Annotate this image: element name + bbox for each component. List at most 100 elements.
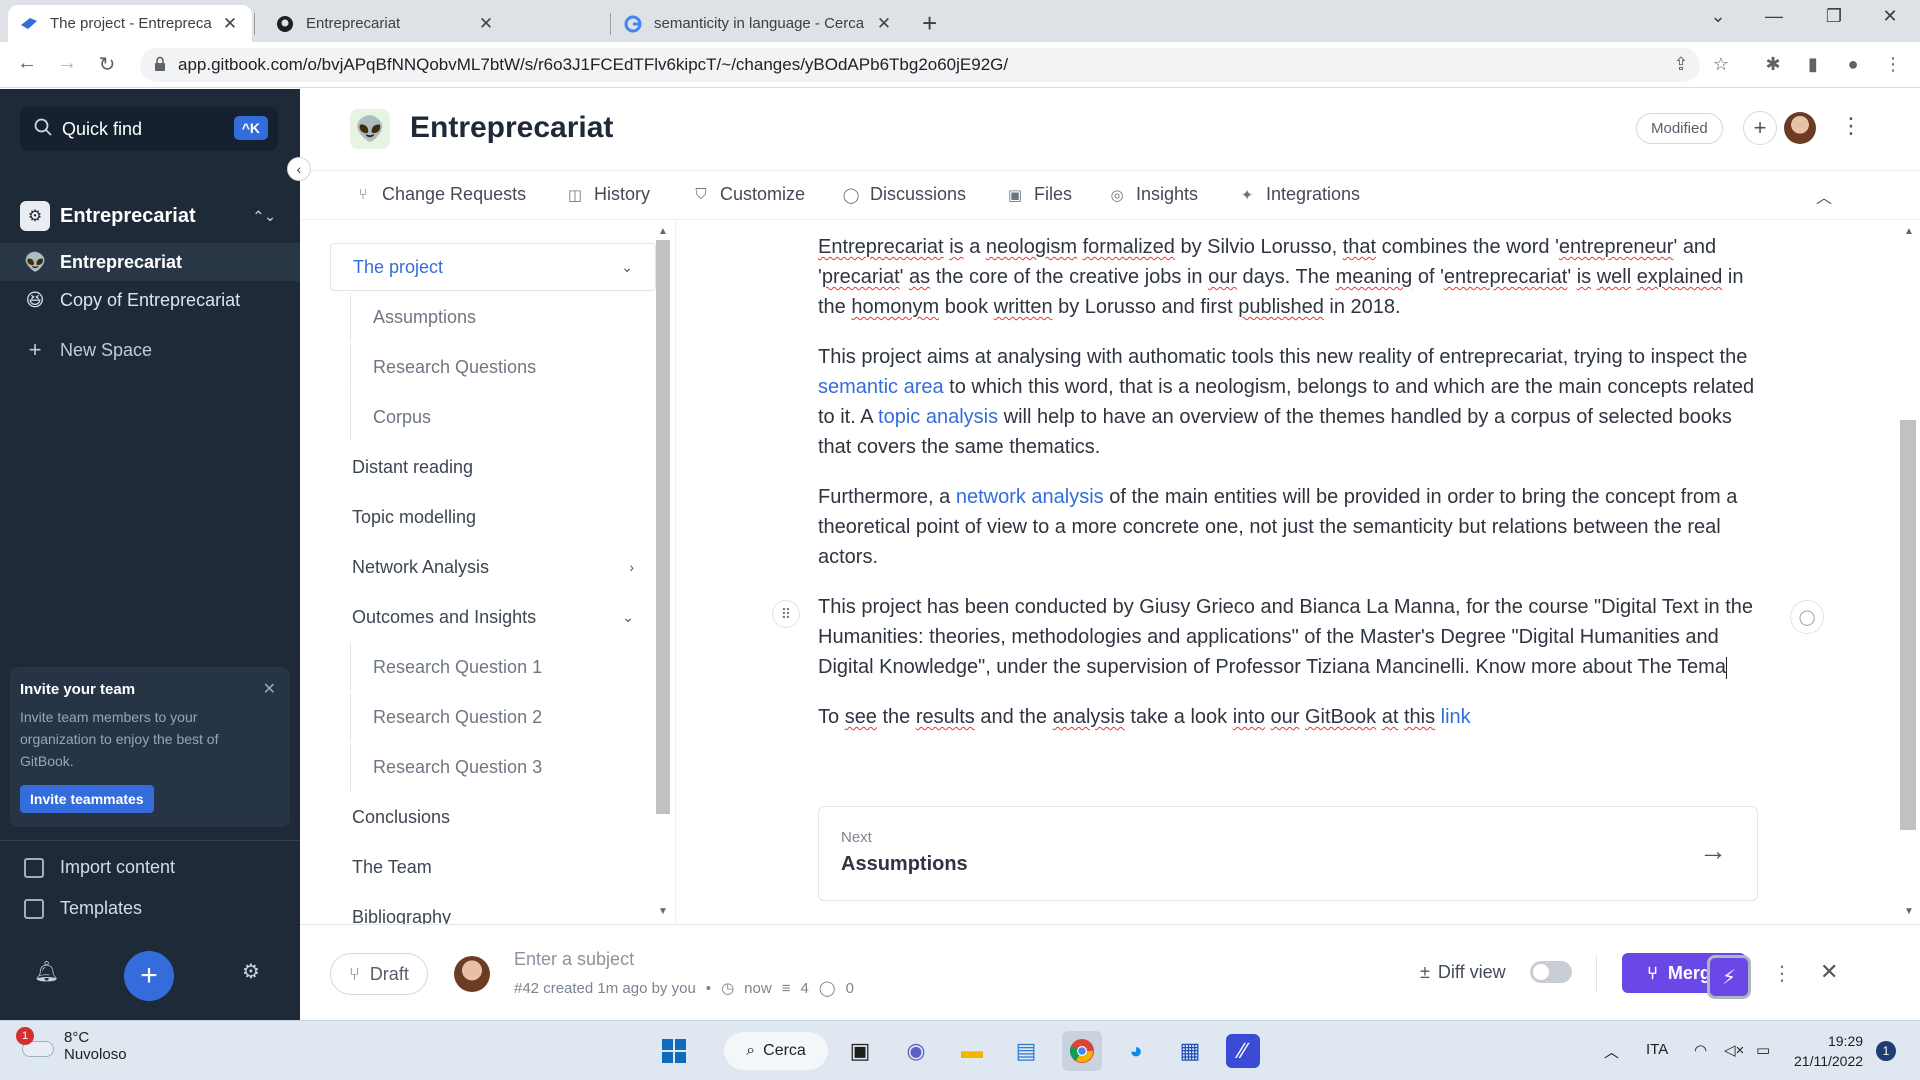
profile-icon[interactable]: ● — [1840, 54, 1866, 75]
scroll-down-arrow-icon[interactable]: ▼ — [1904, 906, 1914, 917]
toc-item-rq2[interactable]: Research Question 2 — [350, 693, 656, 741]
templates-link[interactable]: Templates — [24, 898, 142, 919]
toc-item-distant-reading[interactable]: Distant reading — [330, 443, 656, 491]
teams-chat-icon[interactable]: ◉ — [896, 1031, 936, 1071]
subject-input[interactable]: Enter a subject — [514, 949, 634, 970]
toc-item-the-project[interactable]: The project ⌄ — [330, 243, 656, 291]
tab-change-requests[interactable]: ⑂ Change Requests — [354, 184, 526, 205]
extensions-icon[interactable]: ✱ — [1760, 54, 1786, 75]
chrome-icon[interactable] — [1062, 1031, 1102, 1071]
weather-widget[interactable]: 1 8°C Nuvoloso — [16, 1027, 127, 1063]
drag-handle-icon[interactable]: ⠿ — [772, 600, 800, 628]
close-icon[interactable]: ✕ — [263, 679, 276, 699]
minimize-icon[interactable]: — — [1752, 6, 1796, 27]
close-tab-icon[interactable]: ✕ — [476, 14, 496, 34]
tab-insights[interactable]: ◎ Insights — [1108, 184, 1198, 205]
address-bar[interactable]: app.gitbook.com/o/bvjAPqBfNNQobvML7btW/s… — [140, 48, 1700, 82]
gear-icon[interactable]: ⚙ — [242, 959, 260, 984]
toc-item-outcomes[interactable]: Outcomes and Insights ⌄ — [330, 593, 656, 641]
chevron-down-icon[interactable]: ⌄ — [622, 609, 634, 626]
tab-search-icon[interactable]: ⌄ — [1696, 6, 1740, 27]
side-panel-icon[interactable]: ▮ — [1800, 54, 1826, 75]
bookmark-star-icon[interactable]: ☆ — [1708, 54, 1734, 75]
taskbar-search[interactable]: ⌕ Cerca — [724, 1032, 828, 1070]
toc-item-rq3[interactable]: Research Question 3 — [350, 743, 656, 791]
visual-studio-icon[interactable]: ∕∕ — [1226, 1034, 1260, 1068]
comment-icon[interactable]: ◯ — [1790, 600, 1824, 634]
organization-switcher[interactable]: ⚙ Entreprecariat ⌃⌄ — [20, 199, 280, 233]
toc-item-topic-modelling[interactable]: Topic modelling — [330, 493, 656, 541]
tab-discussions[interactable]: ◯ Discussions — [842, 184, 966, 205]
import-content-link[interactable]: Import content — [24, 857, 175, 878]
scroll-up-arrow-icon[interactable]: ▲ — [1904, 226, 1914, 237]
chrome-menu-icon[interactable]: ⋮ — [1880, 54, 1906, 75]
maximize-icon[interactable]: ❐ — [1812, 6, 1856, 27]
toc-item-bibliography[interactable]: Bibliography — [330, 893, 656, 925]
topic-analysis-link[interactable]: topic analysis — [878, 406, 998, 428]
tab-files[interactable]: ▣ Files — [1006, 184, 1072, 205]
toc-scrollbar[interactable] — [656, 240, 670, 814]
toc-item-assumptions[interactable]: Assumptions — [350, 293, 656, 341]
toc-item-network-analysis[interactable]: Network Analysis › — [330, 543, 656, 591]
content-scrollbar[interactable] — [1900, 420, 1916, 830]
toc-item-rq1[interactable]: Research Question 1 — [350, 643, 656, 691]
chevron-up-icon[interactable]: ︿ — [1604, 1041, 1619, 1062]
toc-item-corpus[interactable]: Corpus — [350, 393, 656, 441]
chevron-right-icon[interactable]: › — [629, 559, 634, 575]
semantic-area-link[interactable]: semantic area — [818, 376, 944, 398]
diff-view-toggle[interactable]: ± Diff view — [1420, 961, 1572, 983]
tab-integrations[interactable]: ✦ Integrations — [1238, 184, 1360, 205]
space-item-entreprecariat[interactable]: 👽 Entreprecariat — [0, 243, 300, 281]
page-content[interactable]: Entreprecariat is a neologism formalized… — [818, 232, 1758, 752]
paragraph-2[interactable]: This project aims at analysing with auth… — [818, 342, 1758, 462]
scroll-down-arrow-icon[interactable]: ▼ — [658, 906, 668, 917]
collapse-sidebar-icon[interactable]: ‹ — [287, 157, 311, 181]
avatar[interactable] — [1784, 112, 1816, 144]
wifi-icon[interactable]: ◠ — [1694, 1041, 1707, 1059]
add-collaborator-button[interactable]: + — [1743, 111, 1777, 145]
store-icon[interactable]: ▦ — [1170, 1031, 1210, 1071]
scroll-up-arrow-icon[interactable]: ▲ — [658, 226, 668, 237]
close-icon[interactable]: ✕ — [1820, 959, 1838, 985]
draft-button[interactable]: ⑂ Draft — [330, 953, 428, 995]
next-page-card[interactable]: Next Assumptions → — [818, 806, 1758, 901]
toc-item-conclusions[interactable]: Conclusions — [330, 793, 656, 841]
browser-tab-3[interactable]: semanticity in language - Cerca c ✕ — [612, 5, 906, 42]
notepad-icon[interactable]: ▤ — [1006, 1031, 1046, 1071]
paragraph-1[interactable]: Entreprecariat is a neologism formalized… — [818, 232, 1758, 322]
toggle-switch[interactable] — [1529, 961, 1572, 983]
chevron-up-icon[interactable]: ︿ — [1816, 184, 1832, 208]
network-analysis-link[interactable]: network analysis — [956, 486, 1104, 508]
clock[interactable]: 19:29 21/11/2022 — [1794, 1031, 1863, 1071]
tab-history[interactable]: ◫ History — [566, 184, 650, 205]
tab-customize[interactable]: ⛉ Customize — [692, 184, 805, 205]
forward-icon[interactable]: → — [54, 52, 80, 75]
create-button[interactable]: + — [124, 951, 174, 1001]
toc-item-the-team[interactable]: The Team — [330, 843, 656, 891]
back-icon[interactable]: ← — [14, 52, 40, 75]
new-tab-icon[interactable]: + — [922, 8, 937, 39]
language-indicator[interactable]: ITA — [1646, 1041, 1668, 1058]
windows-start-icon[interactable] — [654, 1031, 694, 1071]
gitbook-link[interactable]: link — [1441, 706, 1471, 728]
share-icon[interactable]: ⇪ — [1668, 54, 1694, 75]
lightning-icon[interactable]: ⚡︎ — [1707, 955, 1751, 999]
volume-muted-icon[interactable]: ◁× — [1724, 1041, 1744, 1059]
invite-teammates-button[interactable]: Invite teammates — [20, 785, 154, 813]
more-options-icon[interactable]: ⋮ — [1840, 113, 1862, 139]
close-window-icon[interactable]: ✕ — [1868, 6, 1912, 27]
browser-tab-2[interactable]: Entreprecariat ✕ — [264, 5, 508, 42]
task-view-icon[interactable]: ▣ — [840, 1031, 880, 1071]
space-item-copy[interactable]: 😆 Copy of Entreprecariat — [0, 281, 300, 319]
bell-icon[interactable]: 🔔︎ — [34, 959, 59, 984]
edge-icon[interactable]: ◕ — [1116, 1031, 1156, 1071]
paragraph-3[interactable]: Furthermore, a network analysis of the m… — [818, 482, 1758, 572]
new-space-button[interactable]: + New Space — [0, 331, 300, 369]
file-explorer-icon[interactable]: ▬ — [952, 1031, 992, 1071]
chevron-down-icon[interactable]: ⌄ — [621, 259, 633, 276]
toc-item-research-questions[interactable]: Research Questions — [350, 343, 656, 391]
close-tab-icon[interactable]: ✕ — [220, 14, 240, 34]
notification-badge[interactable]: 1 — [1876, 1041, 1896, 1061]
paragraph-5[interactable]: To see the results and the analysis take… — [818, 702, 1758, 732]
battery-icon[interactable]: ▭ — [1756, 1041, 1770, 1059]
